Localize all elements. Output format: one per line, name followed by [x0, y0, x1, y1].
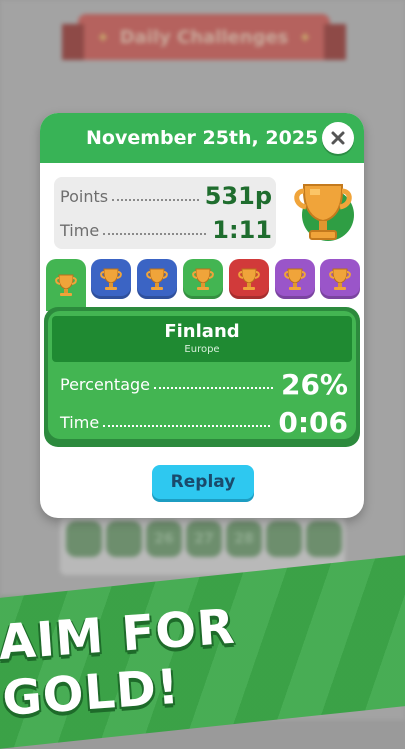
dotted-leader	[103, 425, 271, 427]
time-row: Time 1:11	[60, 215, 272, 245]
trophy-icon	[146, 268, 168, 290]
country-tab[interactable]	[183, 259, 223, 299]
dotted-leader	[103, 233, 207, 235]
star-icon: ✦	[298, 27, 312, 47]
background-day	[66, 521, 102, 557]
detail-time-row: Time 0:06	[60, 405, 348, 439]
modal-header: November 25th, 2025	[40, 113, 364, 163]
background-banner: ✦ Daily Challenges ✦	[62, 14, 346, 60]
country-tabs	[46, 259, 360, 311]
country-tab[interactable]	[137, 259, 177, 299]
trophy-icon	[329, 268, 351, 290]
slogan-text: AIM FOR GOLD!	[0, 598, 237, 727]
country-region: Europe	[184, 344, 220, 355]
trophy-icon	[238, 268, 260, 290]
country-name: Finland	[164, 321, 240, 342]
dotted-leader	[112, 199, 199, 201]
star-icon: ✦	[96, 27, 110, 47]
dotted-leader	[154, 387, 273, 389]
country-header: Finland Europe	[52, 316, 352, 362]
background-day	[106, 521, 142, 557]
country-detail-body: Finland Europe Percentage 26% Time 0:06	[48, 311, 356, 439]
country-tab[interactable]	[91, 259, 131, 299]
points-row: Points 531p	[60, 181, 272, 211]
percentage-label: Percentage	[60, 374, 151, 394]
background-day: 27	[186, 521, 222, 557]
country-tab[interactable]	[229, 259, 269, 299]
score-summary: Points 531p Time 1:11	[54, 177, 276, 249]
percentage-value: 26%	[280, 367, 348, 401]
percentage-row: Percentage 26%	[60, 367, 348, 401]
background-day	[306, 521, 342, 557]
background-day: 28	[226, 521, 262, 557]
close-icon	[331, 131, 345, 145]
background-banner-title: Daily Challenges	[119, 26, 289, 48]
country-tab[interactable]	[275, 259, 315, 299]
trophy-icon	[284, 268, 306, 290]
background-day	[266, 521, 302, 557]
trophy-icon	[294, 184, 354, 241]
points-value: 531p	[204, 182, 272, 210]
replay-button[interactable]: Replay	[152, 465, 254, 499]
time-value: 1:11	[212, 216, 272, 244]
modal-title: November 25th, 2025	[86, 127, 319, 149]
detail-time-label: Time	[60, 412, 100, 432]
background-day: 26	[146, 521, 182, 557]
trophy-icon	[192, 268, 214, 290]
country-tab[interactable]	[46, 259, 86, 311]
detail-time-value: 0:06	[278, 405, 348, 439]
country-detail-panel: Finland Europe Percentage 26% Time 0:06	[44, 307, 360, 447]
background-day-row: 26 27 28	[66, 521, 342, 557]
trophy-icon	[55, 274, 77, 296]
time-label: Time	[60, 220, 100, 240]
trophy-icon	[100, 268, 122, 290]
points-label: Points	[60, 186, 109, 206]
country-tab[interactable]	[320, 259, 360, 299]
results-modal: November 25th, 2025 Points 531p Time 1:1…	[40, 113, 364, 518]
close-button[interactable]	[322, 122, 354, 154]
